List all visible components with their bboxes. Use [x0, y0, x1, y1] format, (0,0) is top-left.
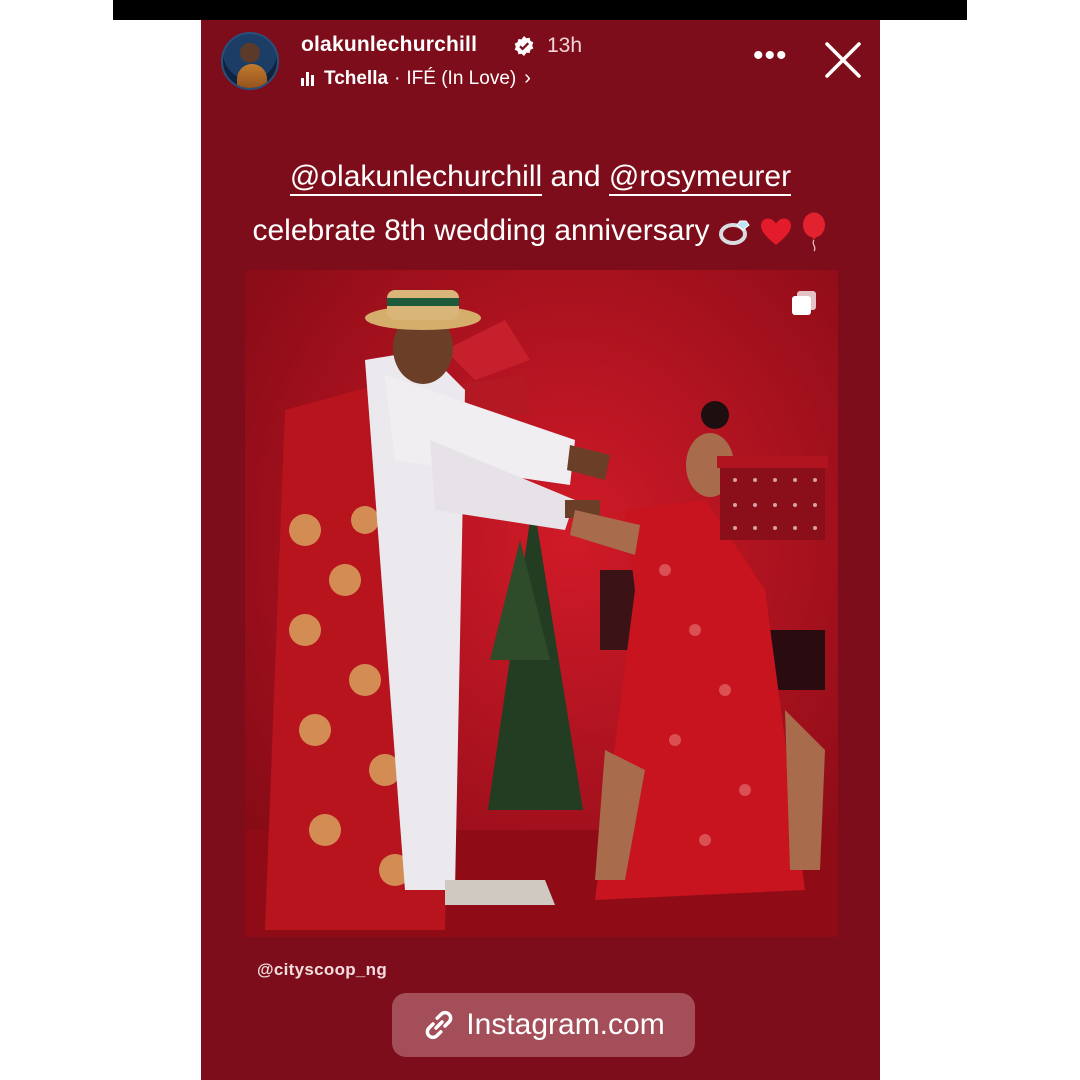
avatar[interactable] — [221, 32, 279, 90]
link-icon — [425, 1010, 453, 1040]
carousel-icon — [792, 291, 816, 315]
couple-photo-illustration — [245, 270, 838, 937]
post-time: 13h — [547, 34, 583, 57]
username[interactable]: olakunlechurchill — [301, 33, 477, 57]
link-sticker[interactable]: Instagram.com — [392, 993, 695, 1057]
top-black-bar — [113, 0, 967, 20]
story-viewer: olakunlechurchill 13h Tchella · IFÉ (In … — [201, 20, 880, 1080]
music-separator: · — [394, 67, 401, 89]
red-heart-emoji-icon — [761, 218, 792, 246]
more-options-button[interactable]: ••• — [753, 41, 788, 71]
music-bars-icon — [301, 71, 314, 86]
verified-badge-icon — [514, 36, 534, 56]
close-icon[interactable] — [823, 40, 863, 80]
music-artist: Tchella — [324, 67, 389, 89]
caption-connector: and — [542, 160, 609, 193]
caption-line: celebrate 8th wedding anniversary — [252, 214, 710, 247]
ring-emoji-icon — [718, 220, 750, 246]
link-sticker-label: Instagram.com — [466, 1008, 665, 1041]
chevron-right-icon: › — [524, 67, 531, 89]
shared-post-photo[interactable] — [245, 270, 838, 937]
music-attribution[interactable]: Tchella · IFÉ (In Love) › — [301, 67, 531, 90]
photo-credit: @cityscoop_ng — [257, 960, 388, 979]
mention-link[interactable]: @olakunlechurchill — [289, 160, 543, 196]
story-caption: @olakunlechurchill and @rosymeurer celeb… — [201, 150, 880, 258]
music-song: IFÉ (In Love) — [406, 67, 517, 89]
mention-link[interactable]: @rosymeurer — [608, 160, 792, 196]
story-header: olakunlechurchill 13h Tchella · IFÉ (In … — [201, 20, 880, 110]
balloon-emoji-icon — [803, 212, 826, 252]
